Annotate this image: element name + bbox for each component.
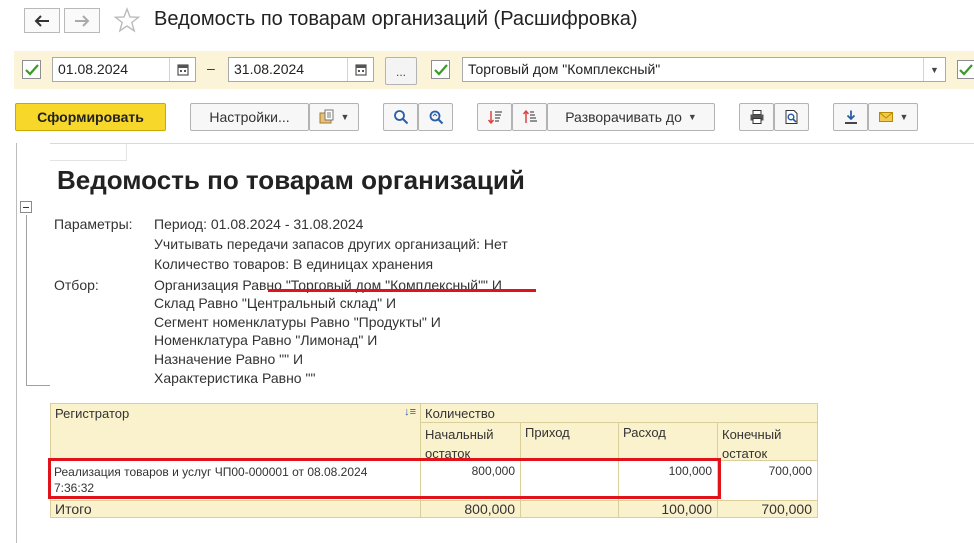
printer-icon — [750, 110, 763, 124]
back-button[interactable] — [24, 8, 60, 33]
sort-icon: ↓≡ — [404, 406, 416, 418]
report-border — [16, 143, 17, 543]
dropdown-button[interactable]: ▼ — [923, 58, 945, 81]
total-income — [521, 501, 619, 518]
header-income: Приход — [521, 423, 619, 461]
date-from-field[interactable]: 01.08.2024 — [52, 57, 196, 82]
date-to-value: 31.08.2024 — [234, 61, 305, 77]
filter-line: Сегмент номенклатуры Равно "Продукты" И — [154, 314, 441, 330]
chevron-down-icon: ▼ — [930, 64, 939, 75]
organization-value: Торговый дом "Комплексный" — [468, 61, 661, 77]
header-expense: Расход — [619, 423, 718, 461]
report-title: Ведомость по товарам организаций — [57, 165, 525, 195]
chevron-down-icon: ▼ — [687, 112, 697, 122]
total-expense: 100,000 — [619, 501, 718, 518]
chevron-down-icon: ▼ — [340, 112, 350, 122]
find-button[interactable] — [383, 103, 418, 131]
send-email-button[interactable]: ▼ — [868, 103, 918, 131]
expand-to-label: Разворачивать до — [565, 109, 682, 125]
sort-ascending-icon — [487, 111, 502, 125]
header-registrar[interactable]: Регистратор ↓≡ — [50, 403, 421, 461]
organization-filter-checkbox[interactable] — [431, 60, 450, 79]
date-separator: – — [207, 60, 215, 76]
highlight-underline — [268, 289, 536, 292]
print-preview-button[interactable] — [774, 103, 809, 131]
header-end-balance: Конечный остаток — [718, 423, 818, 461]
variant-folder-icon — [319, 109, 334, 124]
parameters-label: Параметры: — [54, 216, 133, 232]
filter-line: Характеристика Равно "" — [154, 370, 316, 386]
filter-label: Отбор: — [54, 277, 99, 293]
group-bracket — [26, 215, 27, 385]
end-balance-cell[interactable]: 700,000 — [718, 461, 818, 501]
report-top-border — [50, 143, 974, 144]
select-period-button[interactable]: ... — [385, 57, 417, 85]
filter-line: Назначение Равно "" И — [154, 351, 304, 367]
save-button[interactable] — [833, 103, 868, 131]
sort-descending-icon — [522, 109, 537, 123]
calendar-icon — [354, 63, 367, 76]
highlight-frame — [48, 458, 721, 499]
print-button[interactable] — [739, 103, 774, 131]
filter-line: Номенклатура Равно "Лимонад" И — [154, 332, 378, 348]
date-filter-checkbox[interactable] — [22, 60, 41, 79]
filter-line: Склад Равно "Центральный склад" И — [154, 295, 397, 311]
checkmark-icon — [959, 63, 973, 76]
forward-button[interactable] — [64, 8, 100, 33]
generate-button[interactable]: Сформировать — [15, 103, 166, 131]
calendar-button[interactable] — [347, 58, 373, 81]
chevron-down-icon: ▼ — [899, 112, 909, 122]
checkmark-icon — [24, 63, 39, 76]
report-corner-cell — [50, 144, 127, 161]
total-label: Итого — [50, 501, 421, 518]
search-icon — [393, 110, 408, 125]
parameter-line: Учитывать передачи запасов других органи… — [154, 236, 508, 252]
report-variant-button[interactable]: ▼ — [309, 103, 359, 131]
search-next-icon — [429, 110, 443, 125]
calendar-button[interactable] — [169, 58, 195, 81]
parameter-line: Количество товаров: В единицах хранения — [154, 256, 434, 272]
window-title: Ведомость по товарам организаций (Расшиф… — [154, 8, 638, 30]
download-icon — [844, 110, 857, 124]
expand-to-button[interactable]: Разворачивать до ▼ — [547, 103, 715, 131]
date-to-field[interactable]: 31.08.2024 — [228, 57, 374, 82]
checkmark-icon — [433, 63, 448, 76]
star-icon[interactable] — [114, 7, 140, 33]
sort-ascending-button[interactable] — [477, 103, 512, 131]
preview-icon — [785, 110, 797, 124]
settings-button-label: Настройки... — [209, 109, 290, 125]
date-from-value: 01.08.2024 — [58, 61, 129, 77]
total-start-balance: 800,000 — [421, 501, 521, 518]
settings-button[interactable]: Настройки... — [190, 103, 309, 131]
arrow-left-icon — [34, 14, 49, 27]
collapse-group-toggle[interactable] — [20, 201, 32, 213]
group-bracket-end — [26, 385, 50, 386]
arrow-right-icon — [75, 14, 90, 27]
extra-filter-checkbox[interactable] — [957, 60, 974, 79]
header-quantity-group: Количество — [421, 403, 818, 423]
calendar-icon — [176, 63, 189, 76]
header-registrar-label: Регистратор — [55, 406, 130, 421]
total-end-balance: 700,000 — [718, 501, 818, 518]
header-start-balance: Начальный остаток — [421, 423, 521, 461]
organization-field[interactable]: Торговый дом "Комплексный" ▼ — [462, 57, 946, 82]
parameter-line: Период: 01.08.2024 - 31.08.2024 — [154, 216, 364, 232]
envelope-icon — [878, 112, 893, 122]
find-next-button[interactable] — [418, 103, 453, 131]
sort-descending-button[interactable] — [512, 103, 547, 131]
